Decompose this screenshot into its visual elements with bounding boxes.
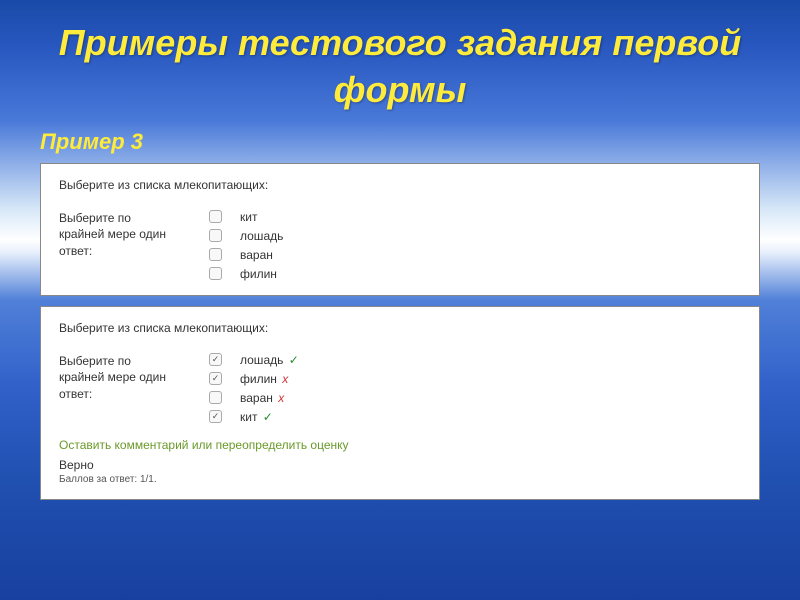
option-label: кит xyxy=(240,210,300,224)
verdict-text: Верно xyxy=(59,458,741,472)
option-label: варан xyxy=(240,248,300,262)
checkbox[interactable] xyxy=(209,210,222,223)
option-label: лошадь ✓ xyxy=(240,353,300,367)
option-row: варан x xyxy=(209,391,300,405)
quiz-panel-blank: Выберите из списка млекопитающих: Выбери… xyxy=(40,163,760,296)
option-label: кит ✓ xyxy=(240,410,300,424)
option-label: филин x xyxy=(240,372,300,386)
option-row: лошадь xyxy=(209,229,300,243)
checkbox[interactable] xyxy=(209,391,222,404)
option-row: лошадь ✓ xyxy=(209,353,300,367)
option-row: варан xyxy=(209,248,300,262)
cross-icon: x xyxy=(278,391,284,405)
checkbox[interactable] xyxy=(209,248,222,261)
option-row: филин xyxy=(209,267,300,281)
comment-link[interactable]: Оставить комментарий или переопределить … xyxy=(59,438,741,452)
option-label: филин xyxy=(240,267,300,281)
instruction-text: Выберите по крайней мере один ответ: xyxy=(59,353,179,403)
option-label: варан x xyxy=(240,391,300,405)
question-text: Выберите из списка млекопитающих: xyxy=(59,178,741,192)
question-row: Выберите по крайней мере один ответ: лош… xyxy=(59,353,741,424)
check-icon: ✓ xyxy=(263,410,273,424)
check-icon: ✓ xyxy=(289,353,299,367)
option-row: филин x xyxy=(209,372,300,386)
panels-container: Выберите из списка млекопитающих: Выбери… xyxy=(0,163,800,500)
checkbox[interactable] xyxy=(209,372,222,385)
slide-title: Примеры тестового задания первой формы xyxy=(0,0,800,124)
quiz-panel-answered: Выберите из списка млекопитающих: Выбери… xyxy=(40,306,760,500)
cross-icon: x xyxy=(282,372,288,386)
score-text: Баллов за ответ: 1/1. xyxy=(59,474,741,485)
example-label: Пример 3 xyxy=(0,124,800,163)
options-list: кит лошадь варан филин xyxy=(209,210,300,281)
options-list: лошадь ✓ филин x варан x xyxy=(209,353,300,424)
checkbox[interactable] xyxy=(209,229,222,242)
instruction-text: Выберите по крайней мере один ответ: xyxy=(59,210,179,260)
checkbox[interactable] xyxy=(209,267,222,280)
question-text: Выберите из списка млекопитающих: xyxy=(59,321,741,335)
question-row: Выберите по крайней мере один ответ: кит… xyxy=(59,210,741,281)
option-row: кит xyxy=(209,210,300,224)
checkbox[interactable] xyxy=(209,410,222,423)
option-row: кит ✓ xyxy=(209,410,300,424)
option-label: лошадь xyxy=(240,229,300,243)
checkbox[interactable] xyxy=(209,353,222,366)
